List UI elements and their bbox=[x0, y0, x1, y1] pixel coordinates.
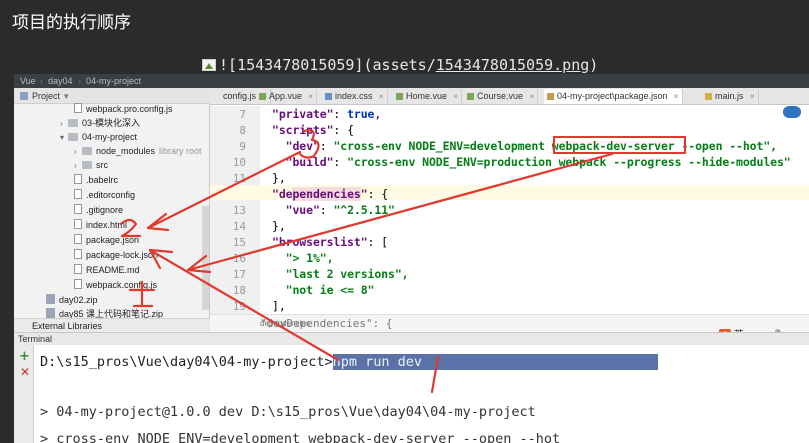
code-line: }, bbox=[272, 219, 286, 233]
ide-screenshot: Vue › day04 › 04-my-project Project ▾ web… bbox=[14, 74, 809, 443]
terminal-output[interactable]: D:\s15_pros\Vue\day04\04-my-project>npm … bbox=[34, 345, 809, 443]
file-icon bbox=[74, 264, 82, 274]
tree-item[interactable]: webpack.pro.config.js bbox=[74, 102, 173, 116]
terminal-output-line: > cross-env NODE_ENV=development webpack… bbox=[40, 431, 561, 443]
file-icon bbox=[74, 103, 82, 113]
tab-course-vue[interactable]: Course.vue × bbox=[464, 89, 539, 104]
code-line: "browserslist": [ bbox=[272, 235, 389, 249]
js-icon bbox=[705, 93, 712, 100]
tree-item[interactable]: day02.zip bbox=[46, 293, 98, 307]
tree-item[interactable]: index.html bbox=[74, 218, 127, 232]
vue-icon bbox=[259, 93, 266, 100]
tab-main-js[interactable]: main.js × bbox=[702, 89, 759, 104]
image-file-link[interactable]: 1543478015059.png bbox=[436, 56, 590, 74]
zip-icon bbox=[46, 294, 55, 304]
code-line: "scripts": { bbox=[272, 123, 354, 137]
crumb-day04[interactable]: day04 bbox=[48, 74, 73, 88]
tree-item[interactable]: › src bbox=[74, 158, 108, 172]
code-line: "> 1%", bbox=[285, 251, 334, 265]
tab-package-json[interactable]: 04-my-project\package.json × bbox=[544, 89, 683, 104]
external-libraries[interactable]: External Libraries bbox=[14, 318, 210, 332]
tree-item[interactable]: .gitignore bbox=[74, 203, 123, 217]
tab-home-vue[interactable]: Home.vue × bbox=[393, 89, 463, 104]
file-icon bbox=[74, 249, 82, 259]
file-icon bbox=[74, 189, 82, 199]
close-icon: × bbox=[529, 92, 535, 101]
vue-icon bbox=[467, 93, 474, 100]
tree-item[interactable]: package.json bbox=[74, 233, 139, 247]
markdown-area: 项目的执行顺序 ![1543478015059](assets/15434780… bbox=[0, 0, 809, 80]
breadcrumb-label: dependencies bbox=[260, 319, 310, 328]
terminal-header[interactable]: Terminal bbox=[14, 332, 809, 345]
file-icon bbox=[74, 219, 82, 229]
terminal-output-line: > 04-my-project@1.0.0 dev D:\s15_pros\Vu… bbox=[40, 404, 536, 420]
close-icon: × bbox=[453, 92, 459, 101]
code-line: "vue": "^2.5.11" bbox=[285, 203, 395, 217]
code-line: "private": true, bbox=[272, 107, 382, 121]
close-icon: × bbox=[673, 92, 679, 101]
project-tool-window: Project ▾ webpack.pro.config.js › 03-模块化深入… bbox=[14, 88, 210, 332]
code-line: "dev": "cross-env NODE_ENV=development w… bbox=[285, 139, 777, 153]
tree-item[interactable]: › 03-模块化深入 bbox=[60, 116, 140, 130]
close-icon: × bbox=[749, 92, 755, 101]
close-icon: × bbox=[378, 92, 384, 101]
tree-item[interactable]: package-lock.json bbox=[74, 248, 158, 262]
code-line: "dependencies": { bbox=[272, 187, 389, 201]
tree-item[interactable]: .babelrc bbox=[74, 173, 118, 187]
tree-item[interactable]: .editorconfig bbox=[74, 188, 135, 202]
cloud-icon[interactable] bbox=[783, 106, 801, 118]
markdown-image-reference[interactable]: ![1543478015059](assets/1543478015059.pn… bbox=[202, 56, 598, 74]
tab-app-vue[interactable]: App.vue × bbox=[256, 89, 318, 104]
webpack-dev-server-highlight-box bbox=[553, 136, 686, 154]
zip-icon bbox=[46, 308, 55, 318]
terminal-sidebar: + ✕ bbox=[14, 345, 34, 443]
code-line: "last 2 versions", bbox=[285, 267, 409, 281]
image-alt-text: 1543478015059 bbox=[237, 56, 355, 74]
terminal-prompt-line: D:\s15_pros\Vue\day04\04-my-project>npm … bbox=[40, 354, 658, 370]
line-gutter: 7 8 9 10 11 12 13 14 15 16 17 18 19 20 bbox=[210, 106, 260, 332]
tab-index-css[interactable]: index.css × bbox=[322, 89, 388, 104]
close-icon: × bbox=[308, 92, 314, 101]
tree-item[interactable]: ▾ 04-my-project bbox=[60, 130, 137, 144]
project-scrollbar[interactable] bbox=[202, 206, 209, 310]
code-line: }, bbox=[272, 171, 286, 185]
add-terminal-icon[interactable]: + bbox=[19, 349, 30, 364]
file-icon bbox=[74, 234, 82, 244]
file-icon bbox=[74, 174, 82, 184]
file-icon bbox=[74, 279, 82, 289]
css-icon bbox=[325, 93, 332, 100]
editor-tabs: config.js× App.vue× index.css× Home.vue×… bbox=[210, 88, 809, 105]
folder-icon bbox=[82, 161, 92, 169]
json-icon bbox=[547, 93, 554, 100]
terminal-command: npm run dev bbox=[332, 354, 423, 370]
navigation-bar: Vue › day04 › 04-my-project bbox=[14, 74, 809, 88]
crumb-project[interactable]: 04-my-project bbox=[86, 74, 141, 88]
picture-icon bbox=[202, 59, 216, 71]
page-heading: 项目的执行顺序 bbox=[12, 13, 131, 33]
code-line: "not ie <= 8" bbox=[285, 283, 375, 297]
code-line: ], bbox=[272, 299, 286, 313]
code-line: "build": "cross-env NODE_ENV=production … bbox=[285, 155, 791, 169]
close-terminal-icon[interactable]: ✕ bbox=[20, 365, 30, 379]
vue-icon bbox=[396, 93, 403, 100]
project-icon bbox=[20, 92, 28, 100]
file-icon bbox=[74, 204, 82, 214]
crumb-vue[interactable]: Vue bbox=[20, 74, 36, 88]
tree-item[interactable]: › node_modules library root bbox=[74, 144, 202, 158]
tree-item[interactable]: README.md bbox=[74, 263, 140, 277]
tree-item[interactable]: webpack.config.js bbox=[74, 278, 157, 292]
folder-icon bbox=[82, 147, 92, 155]
folder-icon bbox=[68, 119, 78, 127]
folder-icon bbox=[68, 133, 78, 141]
